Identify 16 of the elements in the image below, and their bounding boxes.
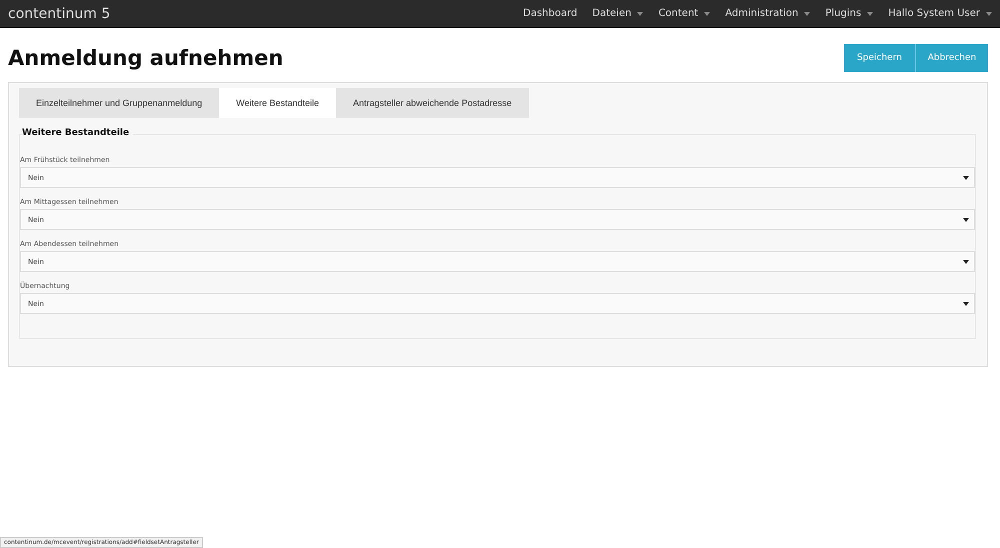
page-title: Anmeldung aufnehmen bbox=[8, 46, 284, 70]
nav-link[interactable]: Content bbox=[658, 8, 710, 19]
nav-link[interactable]: Dashboard bbox=[523, 8, 578, 19]
nav-link[interactable]: Plugins bbox=[825, 8, 874, 19]
caret-icon bbox=[963, 218, 969, 222]
tab[interactable]: Antragsteller abweichende Postadresse bbox=[336, 88, 529, 118]
brand-logo[interactable]: contentinum 5 bbox=[8, 6, 110, 22]
nav-link[interactable]: Administration bbox=[725, 8, 810, 19]
nav-link[interactable]: Dateien bbox=[592, 8, 644, 19]
tab[interactable]: Weitere Bestandteile bbox=[219, 88, 336, 118]
tab[interactable]: Einzelteilnehmer und Gruppenanmeldung bbox=[19, 88, 220, 118]
fieldset-legend: Weitere Bestandteile bbox=[22, 128, 134, 138]
caret-icon bbox=[963, 176, 969, 180]
nav-link[interactable]: Hallo System User bbox=[888, 8, 992, 19]
caret-icon bbox=[963, 302, 969, 306]
caret-icon bbox=[963, 260, 969, 264]
